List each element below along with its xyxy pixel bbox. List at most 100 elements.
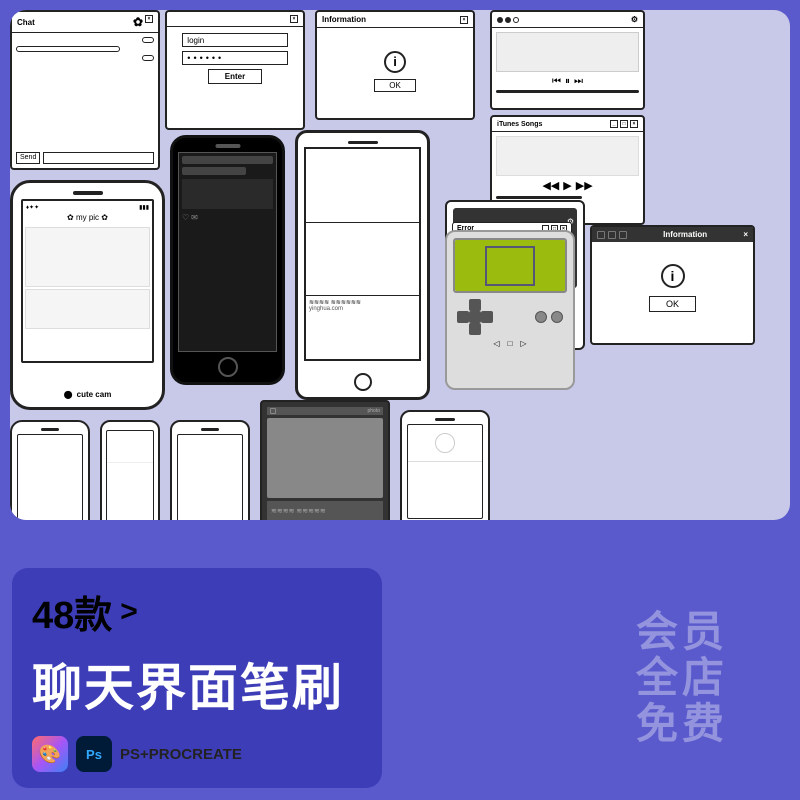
login-enter-button[interactable]: Enter — [208, 69, 262, 84]
dpad-right[interactable] — [481, 311, 493, 323]
info1-icon: i — [384, 51, 406, 73]
info1-ok-button[interactable]: OK — [374, 79, 416, 92]
music2-close[interactable]: × — [630, 120, 638, 128]
info2-dots — [597, 231, 627, 239]
phone2-home-btn[interactable] — [218, 357, 238, 377]
music2-max[interactable]: □ — [620, 120, 628, 128]
info2-icon-text: i — [671, 268, 675, 284]
procreate-app-icon[interactable]: 🎨 — [32, 736, 68, 772]
music2-min[interactable]: _ — [610, 120, 618, 128]
dpad-up[interactable] — [469, 299, 481, 311]
a-button[interactable] — [551, 311, 563, 323]
info2-dot1 — [597, 231, 605, 239]
music1-play[interactable]: ⏸ — [565, 76, 570, 87]
ps-app-icon[interactable]: Ps — [76, 736, 112, 772]
tablet-mid-panel — [306, 223, 419, 297]
member-char-1: 会 — [636, 611, 678, 653]
ab-buttons — [535, 311, 563, 323]
polaroid-controls: ≋≋≋≋ ≋≋≋≋≋ — [267, 501, 383, 520]
nav-left: ◁ — [493, 339, 499, 348]
dpad-left[interactable] — [457, 311, 469, 323]
chat-title: Chat — [17, 18, 35, 27]
dpad-down[interactable] — [469, 323, 481, 335]
phone2-content: ♡ ✉ — [179, 153, 276, 225]
login-input-text: login — [187, 36, 204, 45]
login-widget: × login •••••• Enter — [165, 10, 305, 130]
music1-controls: ⏮ ⏸ ⏭ — [496, 76, 639, 87]
apps-label: PS+PROCREATE — [120, 746, 242, 763]
chat-input-row: Send — [16, 152, 154, 164]
gameboy-display — [455, 240, 565, 291]
gameboy-widget: ◁ □ ▷ — [445, 230, 575, 390]
music2-display — [496, 136, 639, 176]
info2-icon: i — [661, 264, 685, 288]
music1-next[interactable]: ⏭ — [574, 76, 583, 87]
small-phone4 — [400, 410, 490, 520]
login-close-btn[interactable]: × — [290, 15, 298, 23]
nav-center: □ — [508, 339, 513, 348]
phone2-bar1 — [182, 156, 273, 164]
phone2-widget: ♡ ✉ — [170, 135, 285, 385]
gameboy-controls — [451, 295, 569, 339]
chat-send-button[interactable]: Send — [16, 152, 40, 164]
password-input[interactable]: •••••• — [182, 51, 287, 65]
chat-close-btn[interactable]: × — [145, 15, 153, 23]
small-phone3 — [170, 420, 250, 520]
arrow-icon: > — [120, 595, 138, 629]
info2-title: Information — [663, 230, 707, 239]
phone1-screen: ♦✦✦ ▮▮▮ ✿ my pic ✿ — [21, 199, 154, 363]
phone1-bottom: ⬤ cute cam — [13, 390, 162, 399]
phone1-time: ♦✦✦ — [26, 204, 39, 211]
sp4-circle — [435, 433, 455, 453]
gameboy-nav: ◁ □ ▷ — [451, 339, 569, 350]
chat-title-buttons: ✿ × — [133, 15, 153, 29]
sp4-notch — [435, 418, 455, 421]
phone1-image2 — [25, 289, 150, 329]
dpad-center[interactable] — [469, 311, 481, 323]
info1-icon-text: i — [393, 54, 397, 69]
tablet-widget: ≋≋≋≋ ≋≋≋≋≋≋ yinghua.com — [295, 130, 430, 400]
phone1-notch — [73, 191, 103, 195]
polaroid-text: photo — [367, 408, 380, 414]
music2-titlebar: iTunes Songs _ □ × — [492, 117, 643, 132]
music2-next[interactable]: ▶▶ — [576, 179, 593, 192]
info2-close[interactable]: × — [743, 230, 748, 239]
music2-controls: ◀◀ ▶ ▶▶ — [496, 179, 639, 192]
music2-prev[interactable]: ◀◀ — [542, 179, 559, 192]
music2-play[interactable]: ▶ — [563, 179, 571, 192]
info1-titlebar: Information × — [317, 12, 473, 28]
music1-titlebar: ⚙ — [492, 12, 643, 28]
phone1-title: ✿ my pic ✿ — [26, 213, 149, 222]
phone1-status: ♦✦✦ ▮▮▮ ✿ my pic ✿ — [23, 201, 152, 225]
phone2-img — [182, 179, 273, 209]
gameboy-screen — [453, 238, 567, 293]
music1-title-dots — [497, 17, 519, 23]
info2-ok-button[interactable]: OK — [649, 296, 696, 312]
tablet-home-btn[interactable] — [354, 373, 372, 391]
music2-title: iTunes Songs — [497, 121, 542, 128]
dot3 — [513, 17, 519, 23]
count-text: 48款 — [32, 584, 112, 639]
login-input[interactable]: login — [182, 33, 287, 47]
tablet-screen: ≋≋≋≋ ≋≋≋≋≋≋ yinghua.com — [304, 147, 421, 361]
tablet-top-panel — [306, 149, 419, 223]
small-phone1 — [10, 420, 90, 520]
polaroid-titlebar: photo — [267, 407, 383, 415]
info1-widget: Information × i OK — [315, 10, 475, 120]
login-body: login •••••• Enter — [167, 27, 303, 90]
music2-title-btns: _ □ × — [610, 120, 638, 128]
b-button[interactable] — [535, 311, 547, 323]
polaroid-widget: photo ≋≋≋≋ ≋≋≋≋≋ yinghua.com ⏱ ↗ — [260, 400, 390, 520]
count-row: 48款 > — [32, 584, 362, 639]
music1-prev[interactable]: ⏮ — [552, 76, 561, 87]
chat-bubble-2 — [16, 46, 120, 52]
info2-titlebar: Information × — [592, 227, 753, 242]
password-dots: •••••• — [187, 53, 224, 63]
info1-close-btn[interactable]: × — [460, 16, 468, 24]
chat-input[interactable] — [43, 152, 154, 164]
phone2-bar2 — [182, 167, 246, 175]
chat-widget: Chat ✿ × Send — [10, 10, 160, 170]
login-titlebar: × — [167, 12, 303, 27]
small-phone2 — [100, 420, 160, 520]
info2-dot2 — [608, 231, 616, 239]
